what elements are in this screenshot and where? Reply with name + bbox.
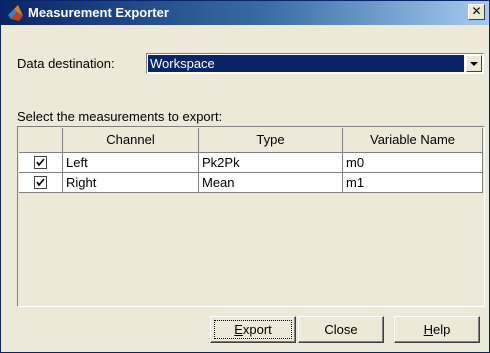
variable-name-cell[interactable]: m0 xyxy=(343,153,483,173)
export-checkbox[interactable] xyxy=(34,176,47,189)
export-label: xport xyxy=(242,322,272,337)
type-cell[interactable]: Pk2Pk xyxy=(199,153,343,173)
data-destination-select[interactable]: Workspace xyxy=(146,53,484,74)
chevron-down-icon[interactable] xyxy=(466,55,482,72)
channel-cell[interactable]: Left xyxy=(63,153,199,173)
close-button[interactable]: Close xyxy=(298,316,384,343)
title-bar[interactable]: Measurement Exporter ✕ xyxy=(1,1,489,25)
export-checkbox[interactable] xyxy=(34,156,47,169)
column-header-type[interactable]: Type xyxy=(199,128,343,153)
help-button[interactable]: Help xyxy=(394,316,480,343)
close-icon[interactable]: ✕ xyxy=(468,4,485,20)
checkmark-icon xyxy=(36,178,45,187)
help-label: elp xyxy=(433,322,451,337)
export-button[interactable]: Export xyxy=(210,316,296,343)
measurement-exporter-dialog: Measurement Exporter ✕ Data destination:… xyxy=(0,0,490,353)
row-checkbox-cell[interactable] xyxy=(19,153,63,173)
type-cell[interactable]: Mean xyxy=(199,173,343,193)
matlab-logo-icon xyxy=(7,4,25,22)
export-mnemonic: E xyxy=(234,322,243,337)
channel-cell[interactable]: Right xyxy=(63,173,199,193)
close-label: Close xyxy=(324,322,358,337)
row-checkbox-cell[interactable] xyxy=(19,173,63,193)
help-mnemonic: H xyxy=(423,322,434,337)
window-title: Measurement Exporter xyxy=(28,5,169,20)
variable-name-cell[interactable]: m1 xyxy=(343,173,483,193)
measurements-table[interactable]: Channel Type Variable Name Left Pk2Pk m0 xyxy=(17,126,485,307)
data-destination-label: Data destination: xyxy=(17,56,115,71)
export-button-focus: Export xyxy=(214,320,292,339)
column-header-variable-name[interactable]: Variable Name xyxy=(343,128,483,153)
select-measurements-label: Select the measurements to export: xyxy=(17,109,223,124)
column-header-channel[interactable]: Channel xyxy=(63,128,199,153)
column-header-select[interactable] xyxy=(19,128,63,153)
data-destination-value: Workspace xyxy=(148,55,464,72)
table-row[interactable]: Right Mean m1 xyxy=(19,173,483,193)
table-header: Channel Type Variable Name xyxy=(19,128,483,153)
checkmark-icon xyxy=(36,158,45,167)
table-row[interactable]: Left Pk2Pk m0 xyxy=(19,153,483,173)
